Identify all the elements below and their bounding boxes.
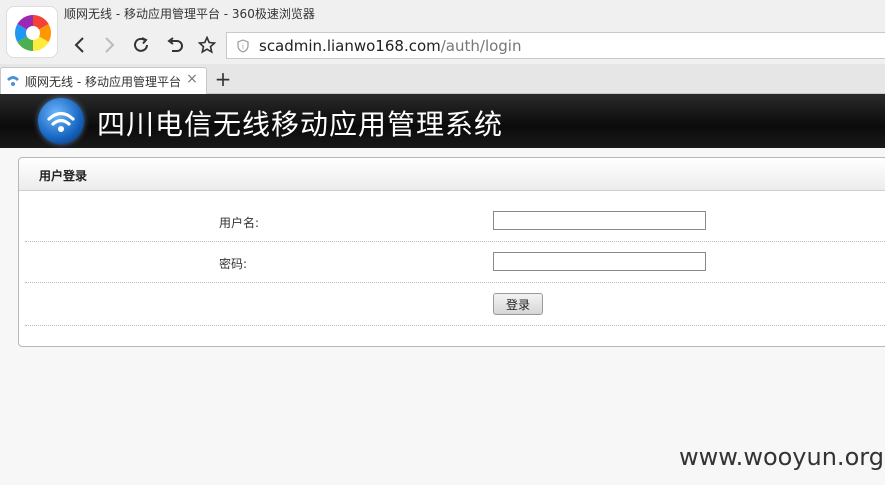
site-banner: 四川电信无线移动应用管理系统 xyxy=(0,94,885,148)
address-bar[interactable]: i scadmin.lianwo168.com/auth/login xyxy=(226,32,885,59)
reload-button[interactable] xyxy=(130,34,152,56)
star-icon xyxy=(198,36,216,54)
login-button[interactable]: 登录 xyxy=(493,293,543,315)
username-input[interactable] xyxy=(493,211,706,230)
login-panel-header: 用户登录 xyxy=(19,158,885,191)
browser-toolbar: i scadmin.lianwo168.com/auth/login xyxy=(0,26,885,64)
tab-title: 顺网无线 - 移动应用管理平台 xyxy=(25,75,181,89)
tab-close-icon[interactable]: × xyxy=(184,71,200,87)
login-panel-title: 用户登录 xyxy=(39,169,88,183)
url-path: /auth/login xyxy=(440,37,522,55)
back-button[interactable] xyxy=(69,34,91,56)
undo-icon xyxy=(167,37,183,52)
browser-title-bar: 顺网无线 - 移动应用管理平台 - 360极速浏览器 xyxy=(0,0,885,26)
browser-logo[interactable] xyxy=(6,6,58,58)
svg-text:i: i xyxy=(242,43,244,51)
window-title: 顺网无线 - 移动应用管理平台 - 360极速浏览器 xyxy=(64,7,315,21)
new-tab-button[interactable]: + xyxy=(213,69,233,89)
tab-active[interactable]: 顺网无线 - 移动应用管理平台 × xyxy=(0,67,207,94)
username-row: 用户名: xyxy=(25,201,885,242)
site-title: 四川电信无线移动应用管理系统 xyxy=(97,108,504,141)
password-label: 密码: xyxy=(219,257,248,271)
wifi-icon xyxy=(47,111,75,132)
tab-strip: 顺网无线 - 移动应用管理平台 × + xyxy=(0,64,885,94)
login-panel: 用户登录 用户名: 密码: 登录 xyxy=(18,157,885,347)
security-shield-icon: i xyxy=(237,39,249,53)
forward-button[interactable] xyxy=(98,34,120,56)
password-row: 密码: xyxy=(25,242,885,283)
watermark: www.wooyun.org xyxy=(679,443,884,471)
password-input[interactable] xyxy=(493,252,706,271)
submit-row: 登录 xyxy=(25,283,885,326)
back-arrow-icon xyxy=(74,37,84,53)
username-label: 用户名: xyxy=(219,216,260,230)
wifi-logo xyxy=(38,98,84,144)
url-text: scadmin.lianwo168.com/auth/login xyxy=(259,37,522,55)
forward-arrow-icon xyxy=(105,37,115,53)
url-host: scadmin.lianwo168.com xyxy=(259,37,441,55)
360-browser-logo-icon xyxy=(14,14,52,52)
undo-close-button[interactable] xyxy=(164,34,186,56)
reload-icon xyxy=(134,37,148,52)
bookmark-button[interactable] xyxy=(196,34,218,56)
page-favicon-icon xyxy=(7,76,19,86)
